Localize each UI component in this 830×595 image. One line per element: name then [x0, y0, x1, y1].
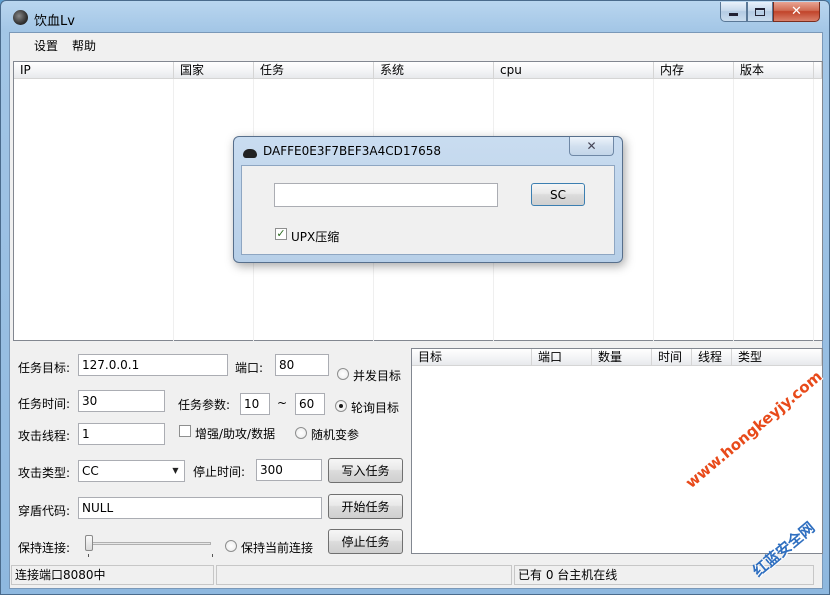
- check-icon: ✓: [276, 227, 286, 240]
- slider-track: [87, 542, 211, 545]
- task-time-label: 任务时间:: [18, 397, 71, 411]
- task-target-label: 任务目标:: [18, 361, 71, 375]
- grid-line: [653, 79, 654, 341]
- stop-time-label: 停止时间:: [193, 465, 246, 479]
- cloud-icon: [243, 149, 257, 158]
- title-bar[interactable]: 饮血Lv ✕: [1, 1, 829, 32]
- radio-keep-current-label: 保持当前连接: [241, 541, 314, 555]
- grid-line: [173, 79, 174, 341]
- column-header-version[interactable]: 版本: [734, 62, 814, 79]
- status-bar: 连接端口8080中 已有 0 台主机在线: [10, 563, 822, 587]
- dialog-input[interactable]: [274, 183, 498, 207]
- dialog-body: SC ✓ UPX压缩: [241, 165, 615, 255]
- attack-type-value: CC: [82, 464, 99, 478]
- maximize-icon: [755, 7, 765, 16]
- keep-connection-label: 保持连接:: [18, 541, 71, 555]
- grid-line: [813, 79, 814, 341]
- stop-task-button[interactable]: 停止任务: [328, 529, 403, 554]
- maximize-button[interactable]: [747, 2, 773, 22]
- column-header-filler: [814, 62, 822, 79]
- task-param-max-input[interactable]: 60: [295, 393, 325, 415]
- port-input[interactable]: 80: [275, 354, 329, 376]
- radio-concurrent-label: 并发目标: [353, 369, 402, 383]
- dialog-title: DAFFE0E3F7BEF3A4CD17658: [263, 144, 442, 158]
- enhance-checkbox-label: 增强/助攻/数据: [195, 427, 276, 441]
- close-button[interactable]: ✕: [773, 2, 820, 22]
- close-icon: ✕: [586, 139, 597, 153]
- task-param-separator: ~: [277, 396, 288, 410]
- start-task-button[interactable]: 开始任务: [328, 494, 403, 519]
- grid-line: [733, 79, 734, 341]
- port-label: 端口:: [235, 361, 264, 375]
- minimize-icon: [729, 13, 738, 16]
- menu-bar: 设置 帮助: [10, 33, 822, 55]
- radio-random-params[interactable]: [295, 427, 307, 439]
- task-param-min-input[interactable]: 10: [240, 393, 270, 415]
- radio-concurrent-target[interactable]: [337, 368, 349, 380]
- write-task-button[interactable]: 写入任务: [328, 458, 403, 483]
- column-header-port[interactable]: 端口: [532, 349, 592, 366]
- keep-connection-slider[interactable]: [83, 535, 215, 557]
- upx-checkbox-label: UPX压缩: [291, 230, 340, 244]
- app-icon: [13, 10, 28, 25]
- upx-checkbox[interactable]: ✓: [275, 228, 287, 240]
- menu-help[interactable]: 帮助: [68, 36, 100, 55]
- window-title: 饮血Lv: [34, 14, 75, 29]
- column-header-target[interactable]: 目标: [412, 349, 532, 366]
- column-header-country[interactable]: 国家: [174, 62, 254, 79]
- threads-label: 攻击线程:: [18, 429, 71, 443]
- column-header-system[interactable]: 系统: [374, 62, 494, 79]
- close-icon: ✕: [791, 4, 802, 19]
- column-header-cpu[interactable]: cpu: [494, 62, 654, 79]
- shield-code-label: 穿盾代码:: [18, 504, 71, 518]
- column-header-time[interactable]: 时间: [652, 349, 692, 366]
- column-header-threads[interactable]: 线程: [692, 349, 732, 366]
- radio-poll-target[interactable]: [335, 400, 347, 412]
- radio-keep-current[interactable]: [225, 540, 237, 552]
- threads-input[interactable]: 1: [78, 423, 165, 445]
- dialog-close-button[interactable]: ✕: [569, 137, 614, 156]
- sc-button[interactable]: SC: [531, 183, 585, 206]
- enhance-checkbox[interactable]: [179, 425, 191, 437]
- task-time-input[interactable]: 30: [78, 390, 165, 412]
- slider-tick: [212, 554, 213, 557]
- attack-type-label: 攻击类型:: [18, 466, 71, 480]
- stop-time-input[interactable]: 300: [256, 459, 322, 481]
- task-list[interactable]: 目标 端口 数量 时间 线程 类型: [411, 348, 823, 554]
- client-area: 设置 帮助 IP 国家 任务 系统 cpu 内存 版本 任务目标: 127.0.…: [9, 32, 823, 589]
- build-dialog: DAFFE0E3F7BEF3A4CD17658 ✕ SC ✓ UPX压缩: [233, 136, 623, 263]
- task-target-input[interactable]: 127.0.0.1: [78, 354, 228, 376]
- minimize-button[interactable]: [720, 2, 747, 22]
- main-window: 饮血Lv ✕ 设置 帮助 IP 国家 任务 系统 cpu 内存 版本 任务目标:…: [0, 0, 830, 595]
- radio-poll-label: 轮询目标: [351, 401, 400, 415]
- column-header-task[interactable]: 任务: [254, 62, 374, 79]
- column-header-memory[interactable]: 内存: [654, 62, 734, 79]
- slider-tick: [88, 554, 89, 557]
- status-middle: [216, 565, 512, 585]
- column-header-ip[interactable]: IP: [14, 62, 174, 79]
- slider-thumb[interactable]: [85, 535, 93, 551]
- column-header-count[interactable]: 数量: [592, 349, 652, 366]
- column-header-type[interactable]: 类型: [732, 349, 822, 366]
- shield-code-input[interactable]: NULL: [78, 497, 322, 519]
- chevron-down-icon[interactable]: ▼: [168, 462, 183, 480]
- radio-random-label: 随机变参: [311, 428, 360, 442]
- attack-type-select[interactable]: CC ▼: [78, 460, 185, 482]
- task-param-label: 任务参数:: [178, 398, 231, 412]
- status-connection: 连接端口8080中: [11, 565, 214, 585]
- menu-settings[interactable]: 设置: [30, 36, 62, 55]
